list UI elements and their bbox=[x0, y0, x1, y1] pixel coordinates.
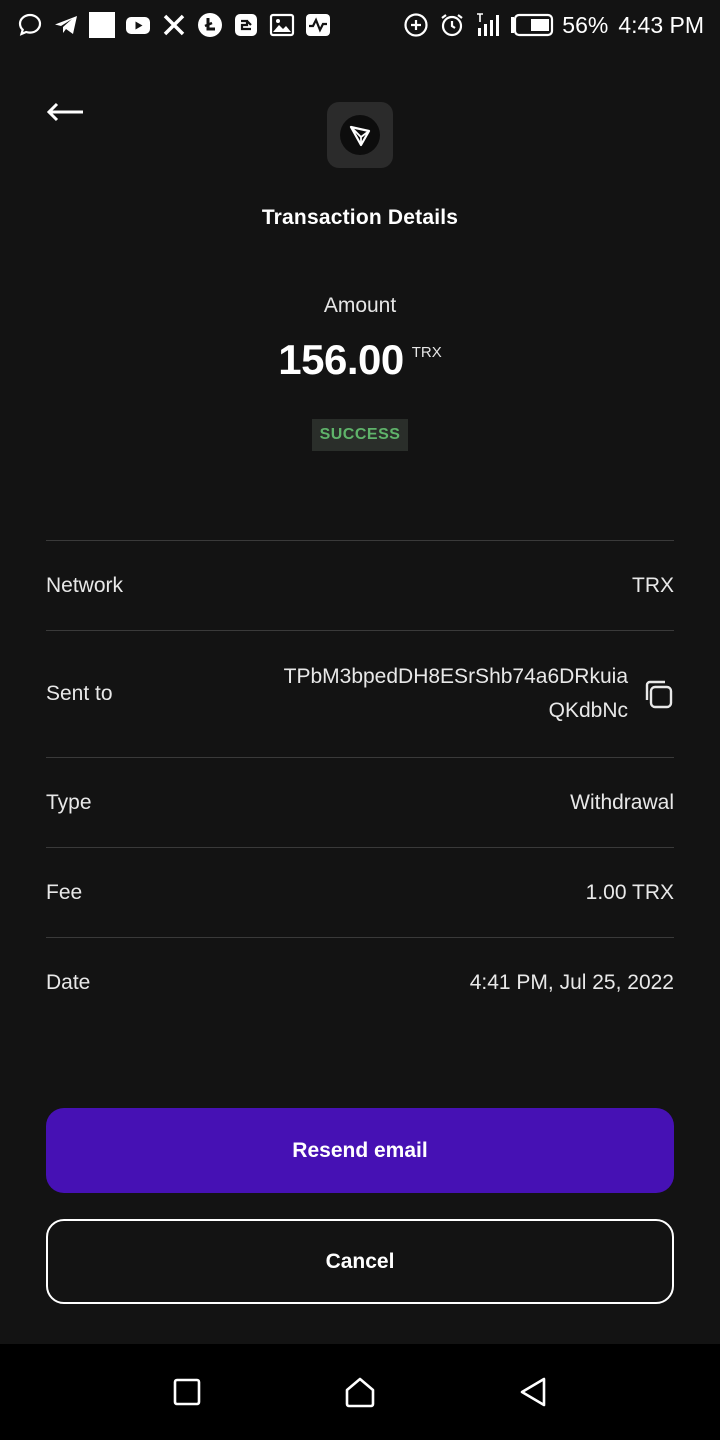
detail-label: Fee bbox=[46, 880, 83, 904]
details-list: Network TRX Sent to TPbM3bpedDH8ESrShb74… bbox=[46, 540, 674, 1027]
amount-label: Amount bbox=[323, 294, 397, 317]
amount-row: 156.00 TRX bbox=[0, 336, 720, 384]
resend-email-button[interactable]: Resend email bbox=[46, 1108, 674, 1193]
detail-value: 1.00 TRX bbox=[585, 880, 674, 904]
detail-row-fee: Fee 1.00 TRX bbox=[46, 847, 674, 937]
blank-square-icon bbox=[88, 11, 116, 39]
coin-badge bbox=[327, 102, 393, 168]
recipient-address: TPbM3bpedDH8ESrShb74a6DRkuiaQKdbNc bbox=[283, 665, 628, 722]
activity-icon bbox=[304, 11, 332, 39]
nav-bar bbox=[0, 1344, 720, 1440]
x-icon bbox=[160, 11, 188, 39]
back-icon[interactable] bbox=[503, 1362, 563, 1422]
recents-icon[interactable] bbox=[157, 1362, 217, 1422]
copy-icon[interactable] bbox=[642, 678, 674, 710]
data-saver-icon bbox=[402, 11, 430, 39]
address-wrap: TPbM3bpedDH8ESrShb74a6DRkuiaQKdbNc bbox=[268, 660, 674, 728]
detail-row-date: Date 4:41 PM, Jul 25, 2022 bbox=[46, 937, 674, 1027]
detail-row-sent-to: Sent to TPbM3bpedDH8ESrShb74a6DRkuiaQKdb… bbox=[46, 630, 674, 757]
detail-value: TRX bbox=[632, 573, 674, 597]
cancel-button[interactable]: Cancel bbox=[46, 1219, 674, 1304]
back-button[interactable] bbox=[40, 92, 90, 132]
amount-unit: TRX bbox=[411, 344, 442, 361]
telegram-icon bbox=[52, 11, 80, 39]
detail-value: Withdrawal bbox=[570, 790, 674, 814]
page-title: Transaction Details bbox=[261, 206, 459, 229]
detail-value: 4:41 PM, Jul 25, 2022 bbox=[469, 970, 674, 994]
alarm-icon bbox=[438, 11, 466, 39]
detail-label: Date bbox=[46, 970, 91, 994]
detail-row-type: Type Withdrawal bbox=[46, 757, 674, 847]
home-icon[interactable] bbox=[330, 1362, 390, 1422]
detail-label: Network bbox=[46, 573, 124, 597]
gallery-icon bbox=[268, 11, 296, 39]
detail-row-network: Network TRX bbox=[46, 540, 674, 630]
app-icon bbox=[232, 11, 260, 39]
arrow-left-icon bbox=[46, 102, 83, 122]
system-icons: 56% 4:43 PM bbox=[402, 11, 704, 39]
battery-percent: 56% bbox=[562, 11, 609, 38]
clock: 4:43 PM bbox=[618, 11, 704, 38]
status-badge: SUCCESS bbox=[312, 419, 408, 451]
status-bar: 56% 4:43 PM bbox=[0, 0, 720, 50]
amount-value: 156.00 bbox=[278, 336, 404, 383]
detail-label: Type bbox=[46, 790, 92, 814]
signal-icon bbox=[474, 11, 502, 39]
tron-icon bbox=[340, 115, 380, 155]
litecoin-icon bbox=[196, 11, 224, 39]
notification-icons bbox=[16, 11, 332, 39]
chat-bubble-icon bbox=[16, 11, 44, 39]
youtube-icon bbox=[124, 11, 152, 39]
battery-icon bbox=[510, 11, 554, 39]
detail-label: Sent to bbox=[46, 682, 113, 705]
